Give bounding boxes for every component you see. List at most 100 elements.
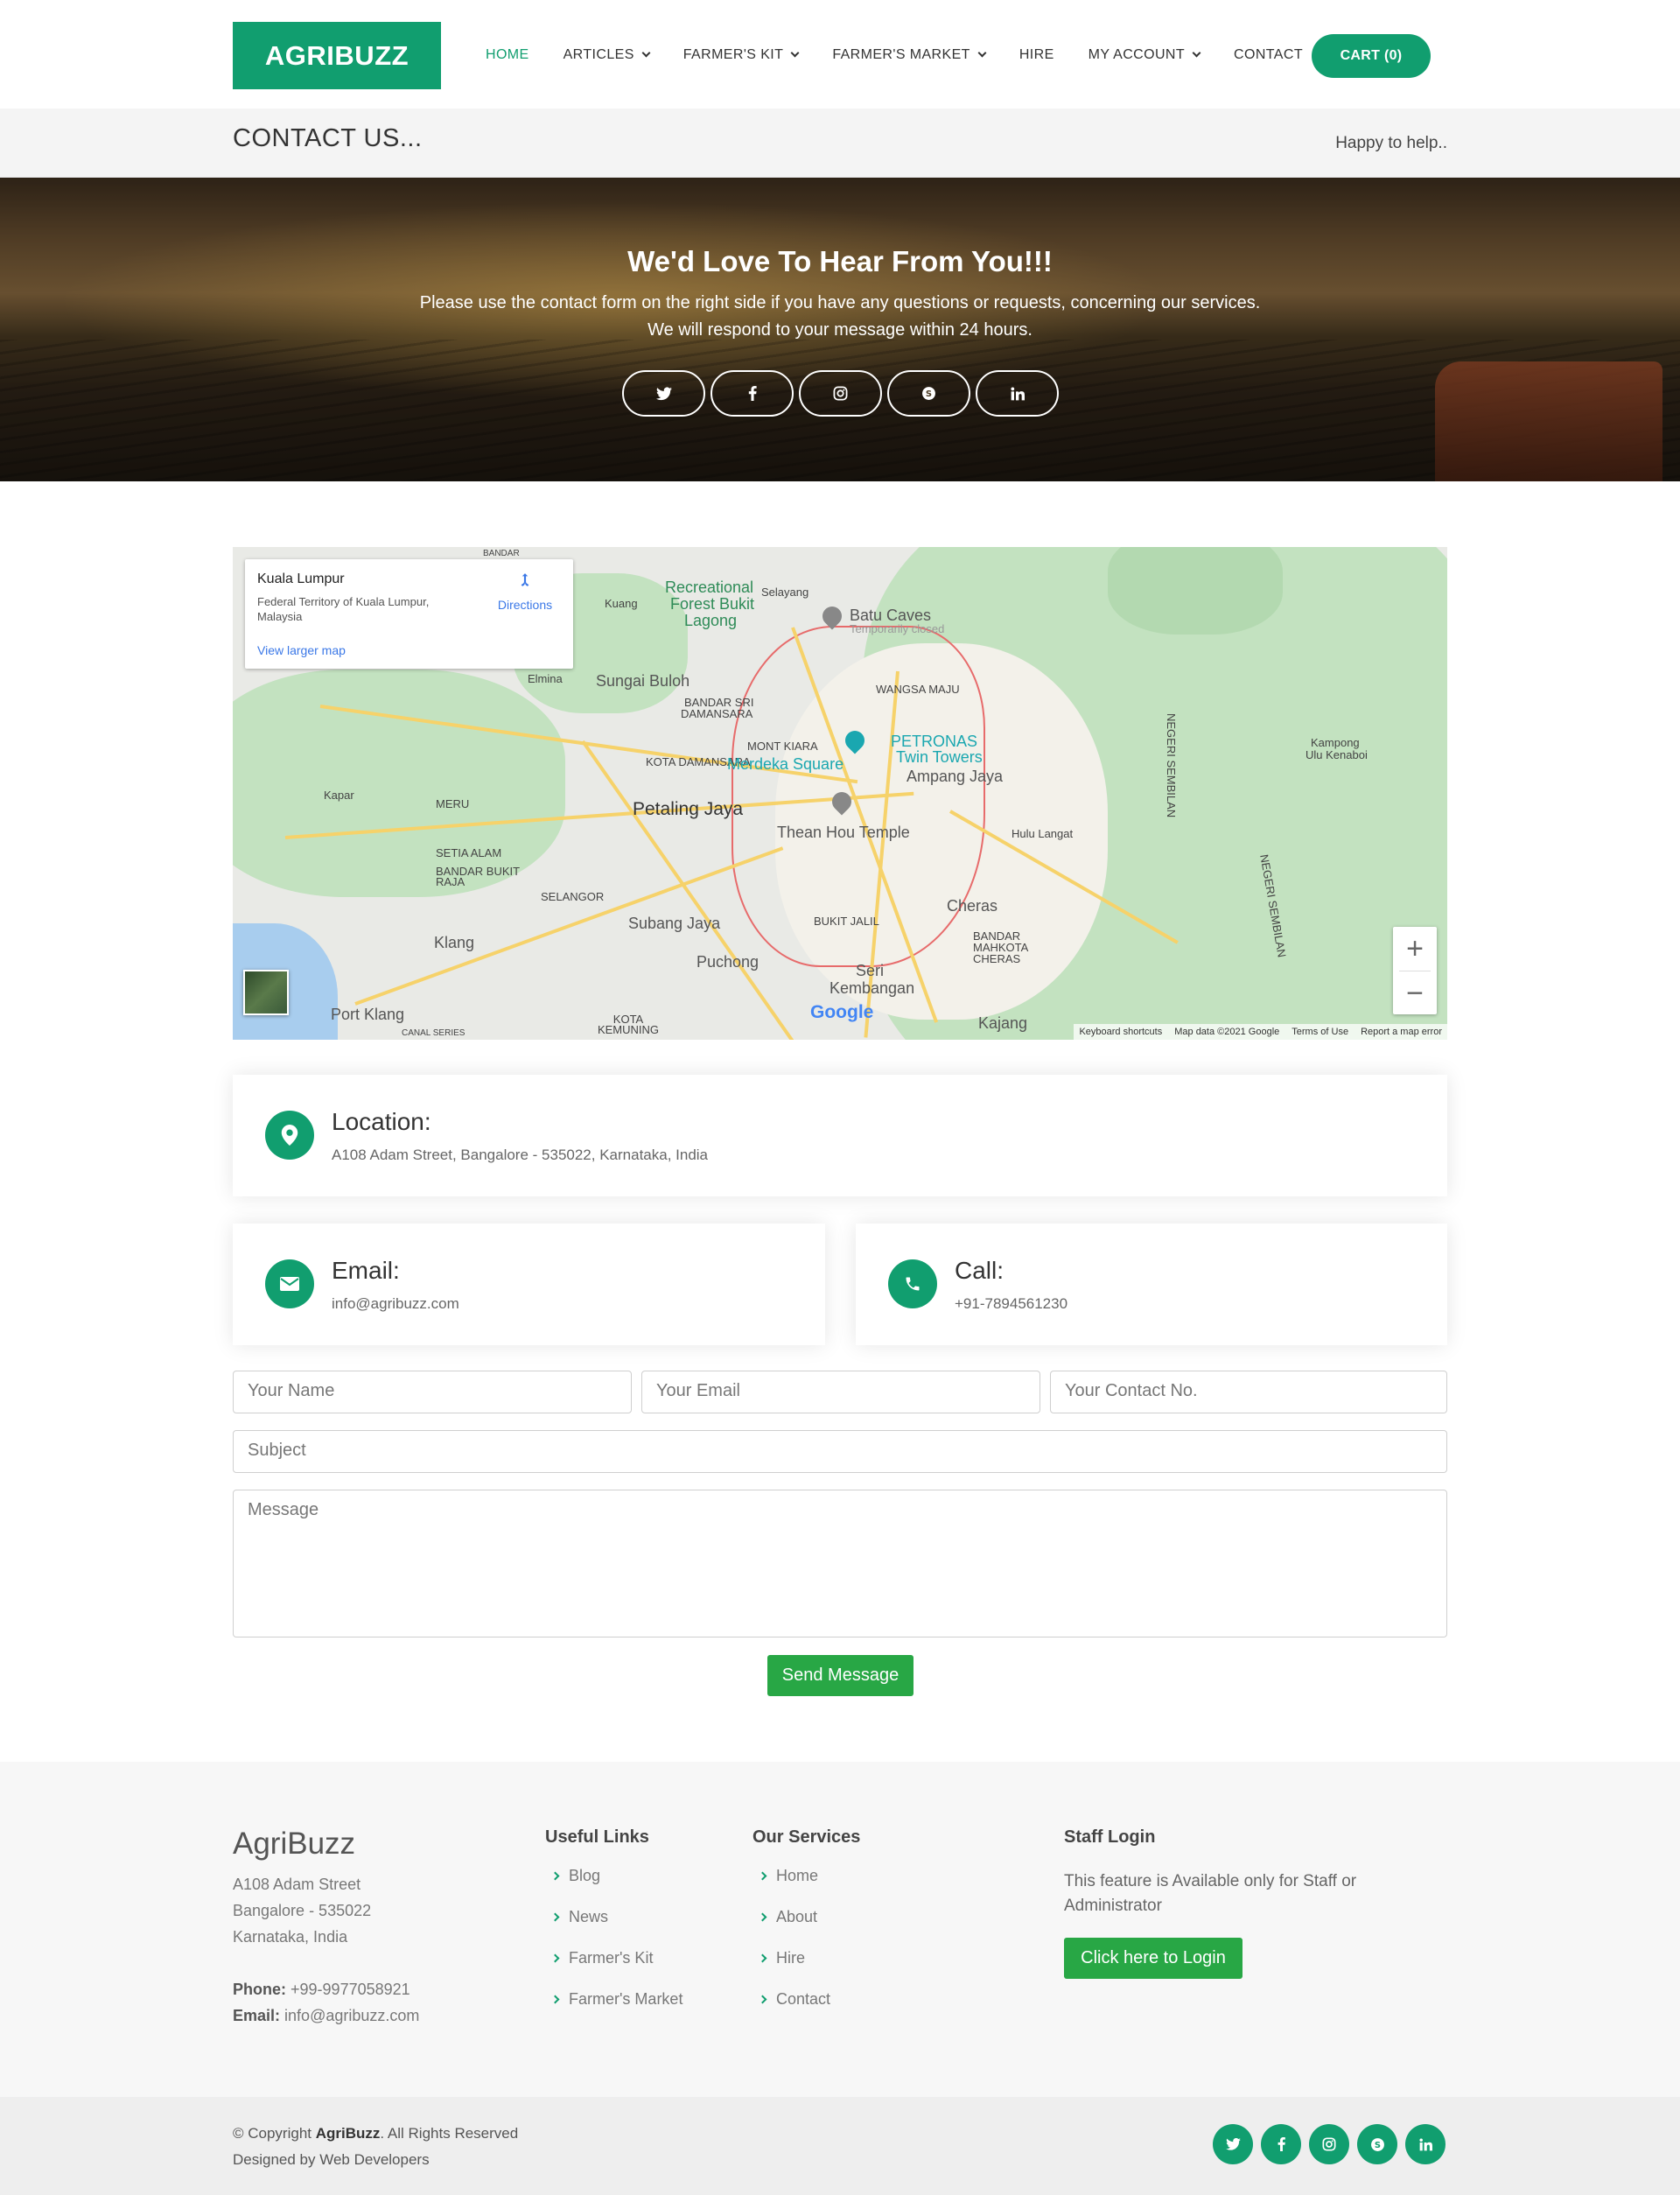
footer-link-hire[interactable]: Hire [758, 1949, 830, 1990]
hero-subtitle: Please use the contact form on the right… [0, 290, 1680, 344]
link-label: Farmer's Kit [569, 1949, 654, 1967]
address-line: A108 Adam Street [233, 1876, 361, 1893]
link-label: Home [776, 1867, 819, 1884]
message-textarea[interactable]: Message [233, 1490, 1447, 1637]
directions-icon [521, 573, 529, 586]
nav-label: ARTICLES [563, 47, 634, 62]
map-marker-icon [265, 1111, 314, 1160]
footer-link-contact[interactable]: Contact [758, 1990, 830, 2031]
breadcrumb-bar: CONTACT US... Happy to help.. [0, 109, 1680, 178]
map-label: Lagong [684, 612, 738, 629]
nav-item-farmers-market[interactable]: FARMER'S MARKET [832, 47, 987, 63]
location-card: Location: A108 Adam Street, Bangalore - … [233, 1075, 1447, 1196]
useful-links-heading: Useful Links [545, 1827, 649, 1847]
send-message-button[interactable]: Send Message [767, 1655, 914, 1696]
chevron-right-icon [550, 1995, 560, 2004]
map-data-text: Map data ©2021 Google [1174, 1027, 1280, 1037]
instagram-icon[interactable] [1309, 2124, 1349, 2164]
map-label: CANAL SERIES [402, 1028, 466, 1038]
contact-number-input[interactable]: Your Contact No. [1050, 1371, 1447, 1413]
hero-title: We'd Love To Hear From You!!! [627, 245, 1053, 277]
footer-brand: AgriBuzz [233, 1827, 356, 1861]
nav-item-home[interactable]: HOME [486, 47, 529, 63]
link-label: Farmer's Market [569, 1990, 683, 2008]
hero-line-1: Please use the contact form on the right… [419, 293, 1261, 312]
zoom-in-button[interactable]: + [1393, 927, 1437, 971]
phone-label: Phone: [233, 1981, 286, 1998]
map-label: Puchong [696, 953, 760, 971]
footer-email[interactable]: info@agribuzz.com [284, 2007, 419, 2024]
directions-button[interactable]: Directions [490, 572, 560, 612]
linkedin-icon[interactable] [976, 370, 1059, 417]
terms-link[interactable]: Terms of Use [1292, 1027, 1348, 1037]
cart-button[interactable]: CART (0) [1312, 34, 1431, 78]
skype-icon[interactable]: S [887, 370, 970, 417]
zoom-out-button[interactable]: − [1393, 971, 1437, 1015]
map-label: Kuang [605, 597, 638, 610]
map-label: Twin Towers [896, 748, 983, 766]
email-text[interactable]: info@agribuzz.com [332, 1295, 459, 1313]
chevron-right-icon [758, 1953, 767, 1963]
satellite-toggle[interactable] [243, 970, 289, 1015]
footer-link-blog[interactable]: Blog [550, 1867, 682, 1908]
map-label: Merdeka Square [727, 755, 844, 773]
useful-links-list: Blog News Farmer's Kit Farmer's Market [550, 1867, 683, 2031]
site-footer: AgriBuzz A108 Adam Street Bangalore - 53… [0, 1762, 1680, 2097]
chevron-right-icon [758, 1871, 767, 1881]
email-input[interactable]: Your Email [641, 1371, 1040, 1413]
map-label: Thean Hou Temple [777, 824, 910, 841]
map-label: Sungai Buloh [596, 672, 690, 690]
skype-icon[interactable]: S [1357, 2124, 1397, 2164]
twitter-icon[interactable] [1213, 2124, 1253, 2164]
footer-link-about[interactable]: About [758, 1908, 830, 1949]
link-label: Blog [569, 1867, 601, 1884]
location-title: Location: [332, 1108, 431, 1135]
report-error-link[interactable]: Report a map error [1361, 1027, 1442, 1037]
chevron-right-icon [550, 1953, 560, 1963]
nav-item-contact[interactable]: CONTACT [1234, 47, 1303, 63]
link-label: About [776, 1908, 818, 1925]
map-place-title: Kuala Lumpur [257, 572, 345, 586]
map-forest-area [1108, 547, 1283, 635]
map-label: Selayang [761, 586, 809, 599]
facebook-icon[interactable] [1261, 2124, 1301, 2164]
nav-label: FARMER'S KIT [682, 47, 784, 62]
footer-link-farmers-kit[interactable]: Farmer's Kit [550, 1949, 682, 1990]
subject-input[interactable]: Subject [233, 1430, 1447, 1473]
call-text[interactable]: +91-7894561230 [955, 1295, 1068, 1313]
map-label: Seri [856, 962, 885, 979]
staff-login-heading: Staff Login [1064, 1827, 1156, 1847]
nav-item-articles[interactable]: ARTICLES [563, 47, 651, 63]
footer-address: A108 Adam Street Bangalore - 535022 Karn… [233, 1871, 371, 1950]
linkedin-icon[interactable] [1405, 2124, 1446, 2164]
footer-link-home[interactable]: Home [758, 1867, 830, 1908]
map-label: BANDAR [483, 549, 520, 558]
map-label: Cheras [947, 897, 998, 915]
nav-item-farmers-kit[interactable]: FARMER'S KIT [682, 47, 800, 63]
map-label: Kapar [324, 789, 354, 802]
instagram-icon[interactable] [799, 370, 882, 417]
phone-icon [888, 1259, 937, 1308]
footer-phone[interactable]: +99-9977058921 [290, 1981, 410, 1998]
facebook-icon[interactable] [710, 370, 794, 417]
map-label: Port Klang [331, 1006, 405, 1023]
keyboard-shortcuts-link[interactable]: Keyboard shortcuts [1079, 1027, 1162, 1037]
staff-login-button[interactable]: Click here to Login [1064, 1938, 1242, 1979]
map-label: Kembangan [830, 979, 915, 997]
nav-item-hire[interactable]: HIRE [1019, 47, 1054, 63]
hero-social-links: S [622, 370, 1059, 417]
view-larger-map-link[interactable]: View larger map [257, 643, 346, 657]
nav-label: HIRE [1018, 47, 1054, 62]
footer-social-links: S [1213, 2124, 1446, 2164]
twitter-icon[interactable] [622, 370, 705, 417]
email-title: Email: [332, 1257, 400, 1284]
chevron-right-icon [550, 1871, 560, 1881]
footer-link-news[interactable]: News [550, 1908, 682, 1949]
map-label: Temporarily closed [850, 622, 945, 635]
google-map[interactable]: Recreational Forest Bukit Lagong Selayan… [233, 547, 1447, 1040]
footer-link-farmers-market[interactable]: Farmer's Market [550, 1990, 683, 2031]
site-logo[interactable]: AGRIBUZZ [233, 22, 441, 89]
page-tagline: Happy to help.. [1335, 134, 1447, 152]
name-input[interactable]: Your Name [233, 1371, 632, 1413]
nav-item-my-account[interactable]: MY ACCOUNT [1088, 47, 1201, 63]
